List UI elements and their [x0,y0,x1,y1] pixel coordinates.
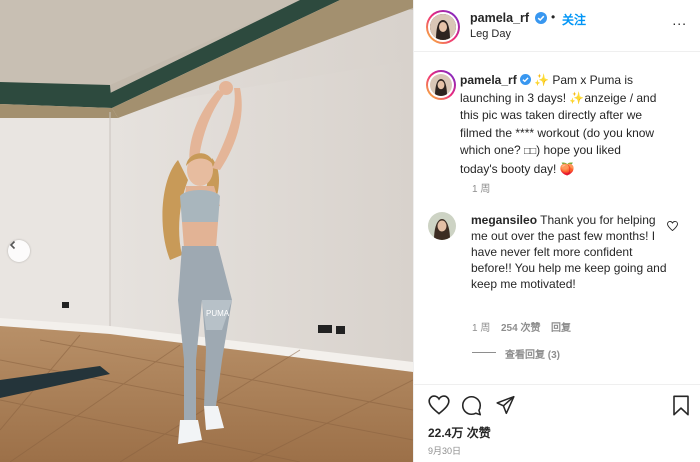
avatar[interactable] [430,14,456,40]
comment-reply-button[interactable]: 回复 [551,319,571,334]
post-header: pamela_rf • 关注 Leg Day ... [414,0,700,52]
commenter-avatar[interactable] [428,212,456,240]
caption-story-ring[interactable] [426,70,456,100]
like-heart-icon[interactable] [428,395,450,415]
action-bar: 22.4万 次赞 9月30日 [414,384,700,462]
location-link[interactable]: Leg Day [470,28,511,40]
avatar-photo [428,212,456,240]
post-photo[interactable]: PUMA [0,0,413,462]
share-paper-plane-icon[interactable] [495,395,516,415]
previous-image-button[interactable] [8,240,30,262]
caption-username[interactable]: pamela_rf [460,73,517,87]
photo-illustration: PUMA [0,0,413,462]
caption-timestamp[interactable]: 1 周 [472,180,490,195]
comment-username[interactable]: megansileo [471,213,537,227]
header-username[interactable]: pamela_rf [470,11,529,25]
svg-text:PUMA: PUMA [206,309,230,318]
story-ring[interactable] [426,10,460,44]
caption-avatar[interactable] [430,74,452,96]
post-date[interactable]: 9月30日 [428,444,461,457]
comment-like-heart-icon[interactable] [667,221,678,231]
more-options-button[interactable]: ... [672,12,687,28]
verified-badge-icon [519,74,531,85]
comment-timestamp[interactable]: 1 周 [472,319,490,334]
caption-placeholder-glyphs: □□ [524,146,537,157]
avatar-photo [430,14,456,40]
post-details-panel: pamela_rf • 关注 Leg Day ... pamela_rf ✨ P [413,0,700,462]
chevron-left-icon [9,240,16,250]
post-caption: pamela_rf ✨ Pam x Puma is launching in 3… [460,72,660,178]
avatar-photo [430,74,452,96]
comment-body: megansileo Thank you for helping me out … [471,212,671,292]
verified-badge-icon [535,12,547,24]
likes-count[interactable]: 22.4万 次赞 [428,424,491,441]
instagram-post: PUMA pamela_rf • 关注 Leg Day ... pamela_r… [0,0,700,462]
save-bookmark-icon[interactable] [672,395,690,416]
separator-dot: • [551,10,556,24]
comment-likes[interactable]: 254 次赞 [501,319,540,334]
follow-button[interactable]: 关注 [562,11,586,28]
view-replies-button[interactable]: 查看回复 (3) [505,346,560,361]
comment-bubble-icon[interactable] [461,395,482,416]
replies-divider [472,352,496,353]
